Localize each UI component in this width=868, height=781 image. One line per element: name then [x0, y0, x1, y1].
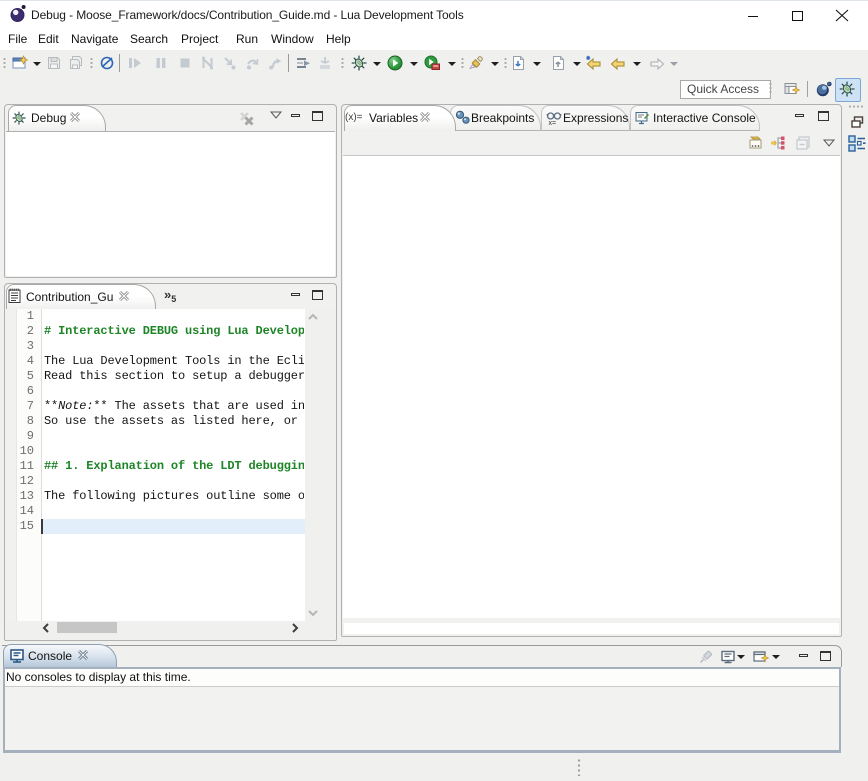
svg-text:x=: x=: [549, 120, 557, 126]
